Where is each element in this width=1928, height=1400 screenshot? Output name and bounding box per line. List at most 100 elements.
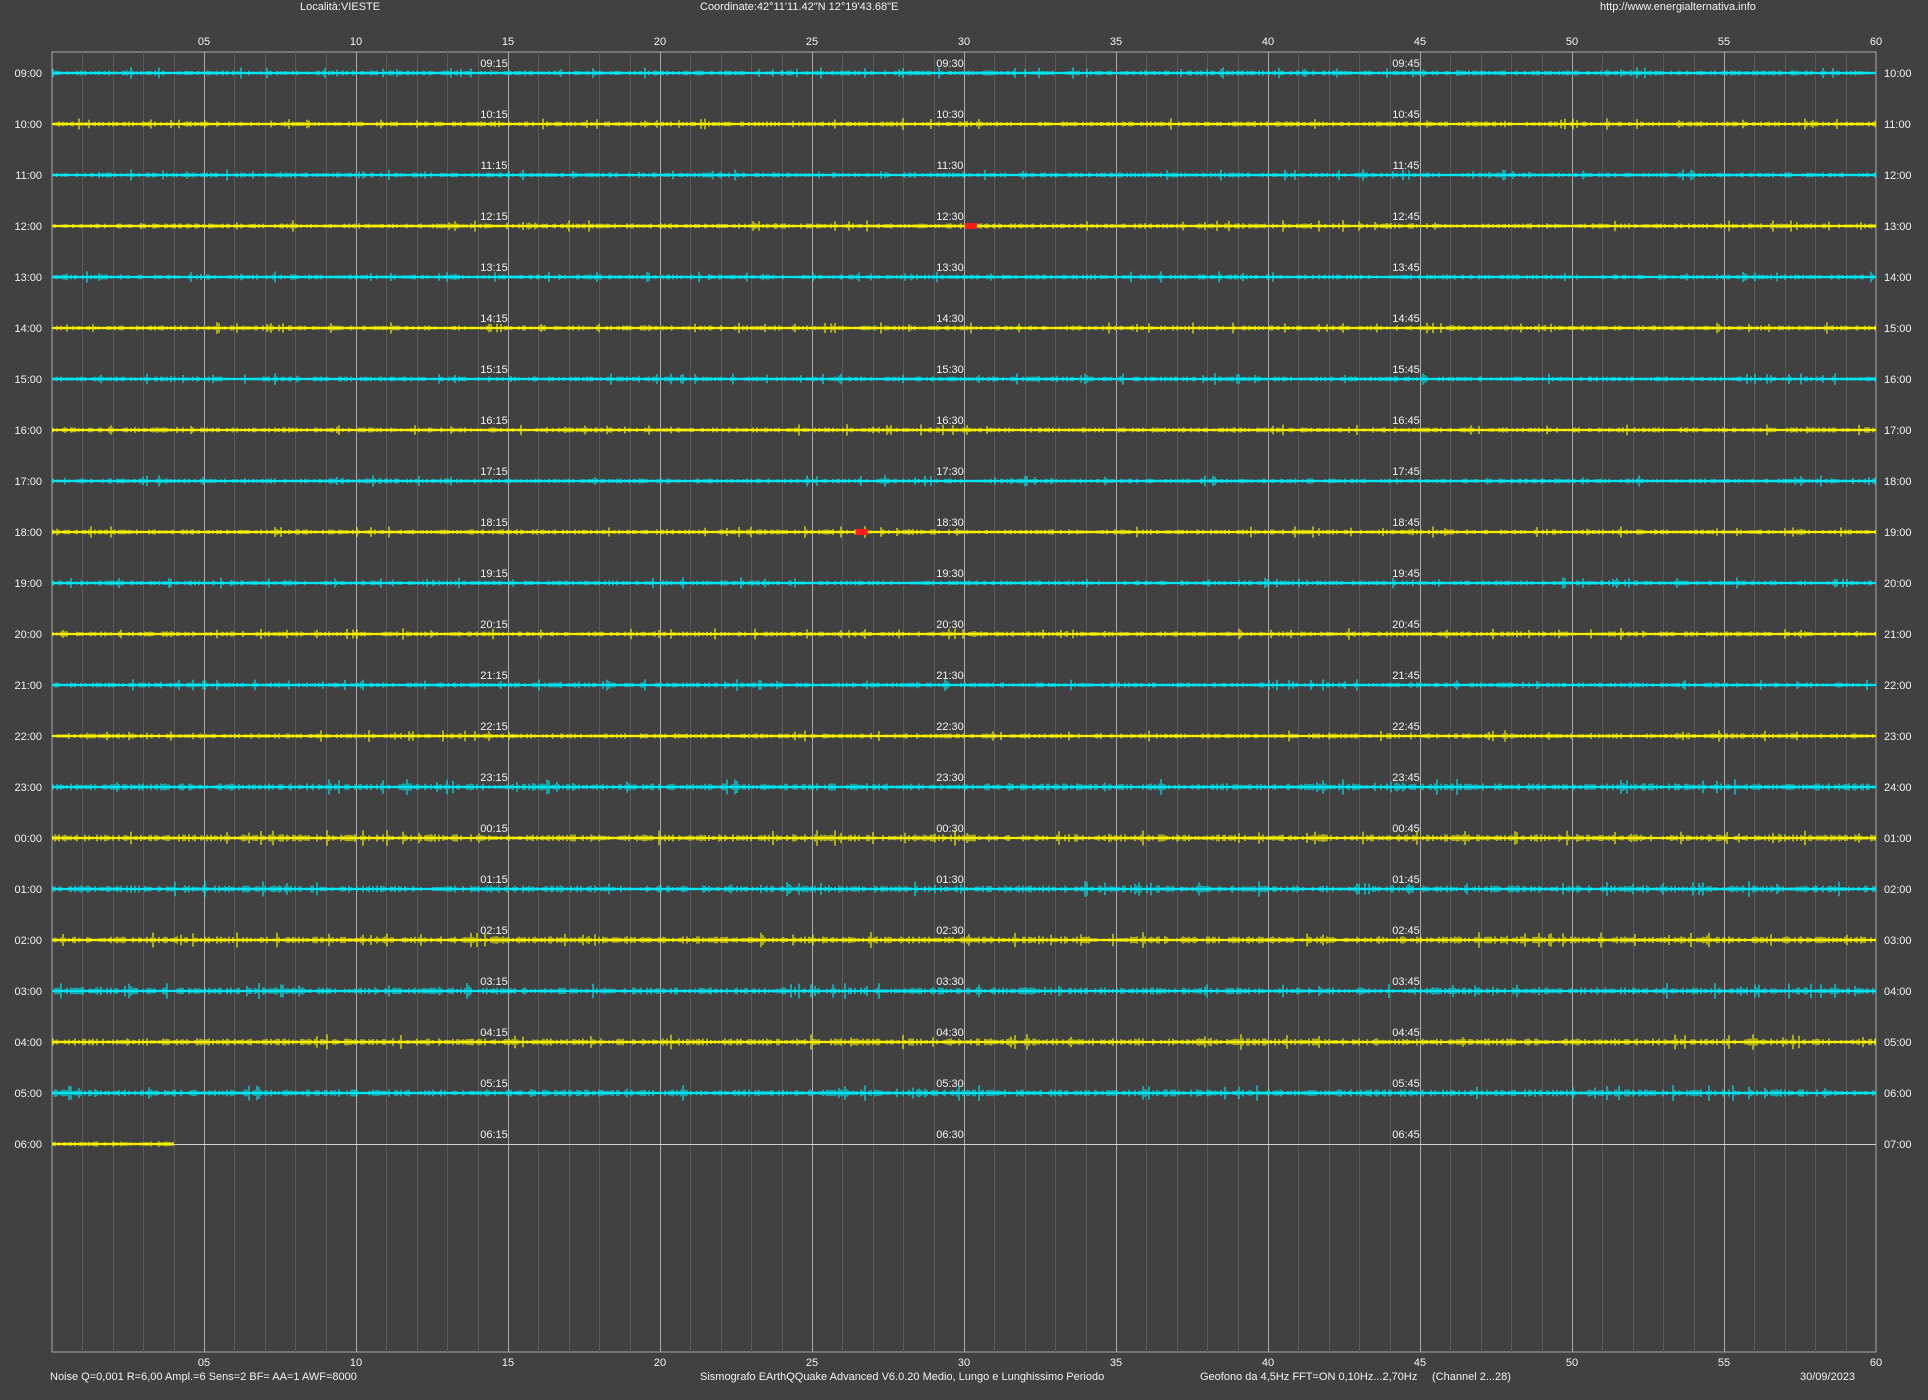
quarter-time-label: 20:15 — [480, 619, 508, 631]
quarter-time-label: 12:30 — [936, 211, 964, 223]
quarter-time-label: 01:45 — [1392, 874, 1420, 886]
top-tick-label: 45 — [1414, 36, 1426, 48]
top-tick-label: 15 — [502, 36, 514, 48]
row-end-time: 17:00 — [1884, 425, 1912, 437]
row-end-time: 19:00 — [1884, 527, 1912, 539]
row-start-time: 05:00 — [14, 1088, 42, 1100]
row-end-time: 16:00 — [1884, 374, 1912, 386]
quarter-time-label: 16:30 — [936, 415, 964, 427]
row-start-time: 02:00 — [14, 935, 42, 947]
quarter-time-label: 13:30 — [936, 262, 964, 274]
channel-label: (Channel 2...28) — [1432, 1371, 1511, 1383]
quarter-time-label: 09:15 — [480, 58, 508, 70]
row-end-time: 24:00 — [1884, 782, 1912, 794]
top-tick-label: 30 — [958, 36, 970, 48]
quarter-time-label: 05:15 — [480, 1078, 508, 1090]
quarter-time-label: 01:30 — [936, 874, 964, 886]
row-start-time: 13:00 — [14, 272, 42, 284]
quarter-time-label: 16:45 — [1392, 415, 1420, 427]
quarter-time-label: 11:15 — [481, 160, 508, 172]
bottom-tick-label: 05 — [198, 1357, 210, 1368]
top-tick-label: 20 — [654, 36, 666, 48]
row-end-time: 14:00 — [1884, 272, 1912, 284]
row-start-time: 09:00 — [14, 68, 42, 80]
quarter-time-label: 22:45 — [1392, 721, 1420, 733]
row-start-time: 00:00 — [14, 833, 42, 845]
bottom-tick-label: 40 — [1262, 1357, 1274, 1368]
top-tick-label: 60 — [1870, 36, 1882, 48]
quarter-time-label: 23:15 — [480, 772, 508, 784]
row-end-time: 04:00 — [1884, 986, 1912, 998]
quarter-time-label: 18:15 — [480, 517, 508, 529]
quarter-time-label: 00:30 — [936, 823, 964, 835]
settings-label: Noise Q=0,001 R=6,00 Ampl.=6 Sens=2 BF= … — [50, 1371, 357, 1383]
row-end-time: 18:00 — [1884, 476, 1912, 488]
row-end-time: 21:00 — [1884, 629, 1912, 641]
quarter-time-label: 19:45 — [1392, 568, 1420, 580]
row-end-time: 06:00 — [1884, 1088, 1912, 1100]
top-tick-label: 05 — [198, 36, 210, 48]
row-end-time: 02:00 — [1884, 884, 1912, 896]
quarter-time-label: 02:15 — [480, 925, 508, 937]
row-start-time: 17:00 — [14, 476, 42, 488]
quarter-time-label: 18:30 — [936, 517, 964, 529]
top-tick-label: 55 — [1718, 36, 1730, 48]
quarter-time-label: 02:30 — [936, 925, 964, 937]
bottom-tick-label: 60 — [1870, 1357, 1882, 1368]
quarter-time-label: 06:15 — [480, 1129, 508, 1141]
quarter-time-label: 20:45 — [1392, 619, 1420, 631]
bottom-tick-label: 45 — [1414, 1357, 1426, 1368]
bottom-tick-label: 50 — [1566, 1357, 1578, 1368]
quarter-time-label: 03:30 — [936, 976, 964, 988]
quarter-time-label: 20:30 — [936, 619, 964, 631]
quarter-time-label: 02:45 — [1392, 925, 1420, 937]
quarter-time-label: 23:30 — [936, 772, 964, 784]
quarter-time-label: 14:15 — [480, 313, 508, 325]
row-end-time: 12:00 — [1884, 170, 1912, 182]
row-start-time: 16:00 — [14, 425, 42, 437]
quarter-time-label: 04:30 — [936, 1027, 964, 1039]
row-end-time: 13:00 — [1884, 221, 1912, 233]
quarter-time-label: 11:30 — [937, 160, 964, 172]
quarter-time-label: 14:30 — [936, 313, 964, 325]
row-start-time: 15:00 — [14, 374, 42, 386]
quarter-time-label: 11:45 — [1393, 160, 1420, 172]
row-end-time: 23:00 — [1884, 731, 1912, 743]
row-end-time: 10:00 — [1884, 68, 1912, 80]
quarter-time-label: 10:15 — [480, 109, 508, 121]
quarter-time-label: 00:15 — [480, 823, 508, 835]
quarter-time-label: 10:45 — [1392, 109, 1420, 121]
quarter-time-label: 12:15 — [480, 211, 508, 223]
quarter-time-label: 04:45 — [1392, 1027, 1420, 1039]
quarter-time-label: 14:45 — [1392, 313, 1420, 325]
quarter-time-label: 13:15 — [480, 262, 508, 274]
row-start-time: 18:00 — [14, 527, 42, 539]
bottom-tick-label: 25 — [806, 1357, 818, 1368]
row-start-time: 10:00 — [14, 119, 42, 131]
row-start-time: 20:00 — [14, 629, 42, 641]
quarter-time-label: 15:15 — [480, 364, 508, 376]
row-start-time: 03:00 — [14, 986, 42, 998]
row-end-time: 22:00 — [1884, 680, 1912, 692]
quarter-time-label: 00:45 — [1392, 823, 1420, 835]
quarter-time-label: 19:15 — [480, 568, 508, 580]
bottom-tick-label: 15 — [502, 1357, 514, 1368]
quarter-time-label: 13:45 — [1392, 262, 1420, 274]
quarter-time-label: 09:45 — [1392, 58, 1420, 70]
quarter-time-label: 04:15 — [480, 1027, 508, 1039]
row-end-time: 01:00 — [1884, 833, 1912, 845]
date-label: 30/09/2023 — [1800, 1371, 1856, 1383]
quarter-time-label: 12:45 — [1392, 211, 1420, 223]
event-marker — [855, 529, 868, 535]
quarter-time-label: 17:15 — [480, 466, 508, 478]
quarter-time-label: 15:45 — [1392, 364, 1420, 376]
quarter-time-label: 21:15 — [480, 670, 508, 682]
row-start-time: 22:00 — [14, 731, 42, 743]
row-start-time: 04:00 — [14, 1037, 42, 1049]
row-start-time: 12:00 — [14, 221, 42, 233]
quarter-time-label: 03:15 — [480, 976, 508, 988]
row-end-time: 11:00 — [1884, 119, 1911, 131]
quarter-time-label: 22:30 — [936, 721, 964, 733]
top-tick-label: 35 — [1110, 36, 1122, 48]
quarter-time-label: 21:45 — [1392, 670, 1420, 682]
